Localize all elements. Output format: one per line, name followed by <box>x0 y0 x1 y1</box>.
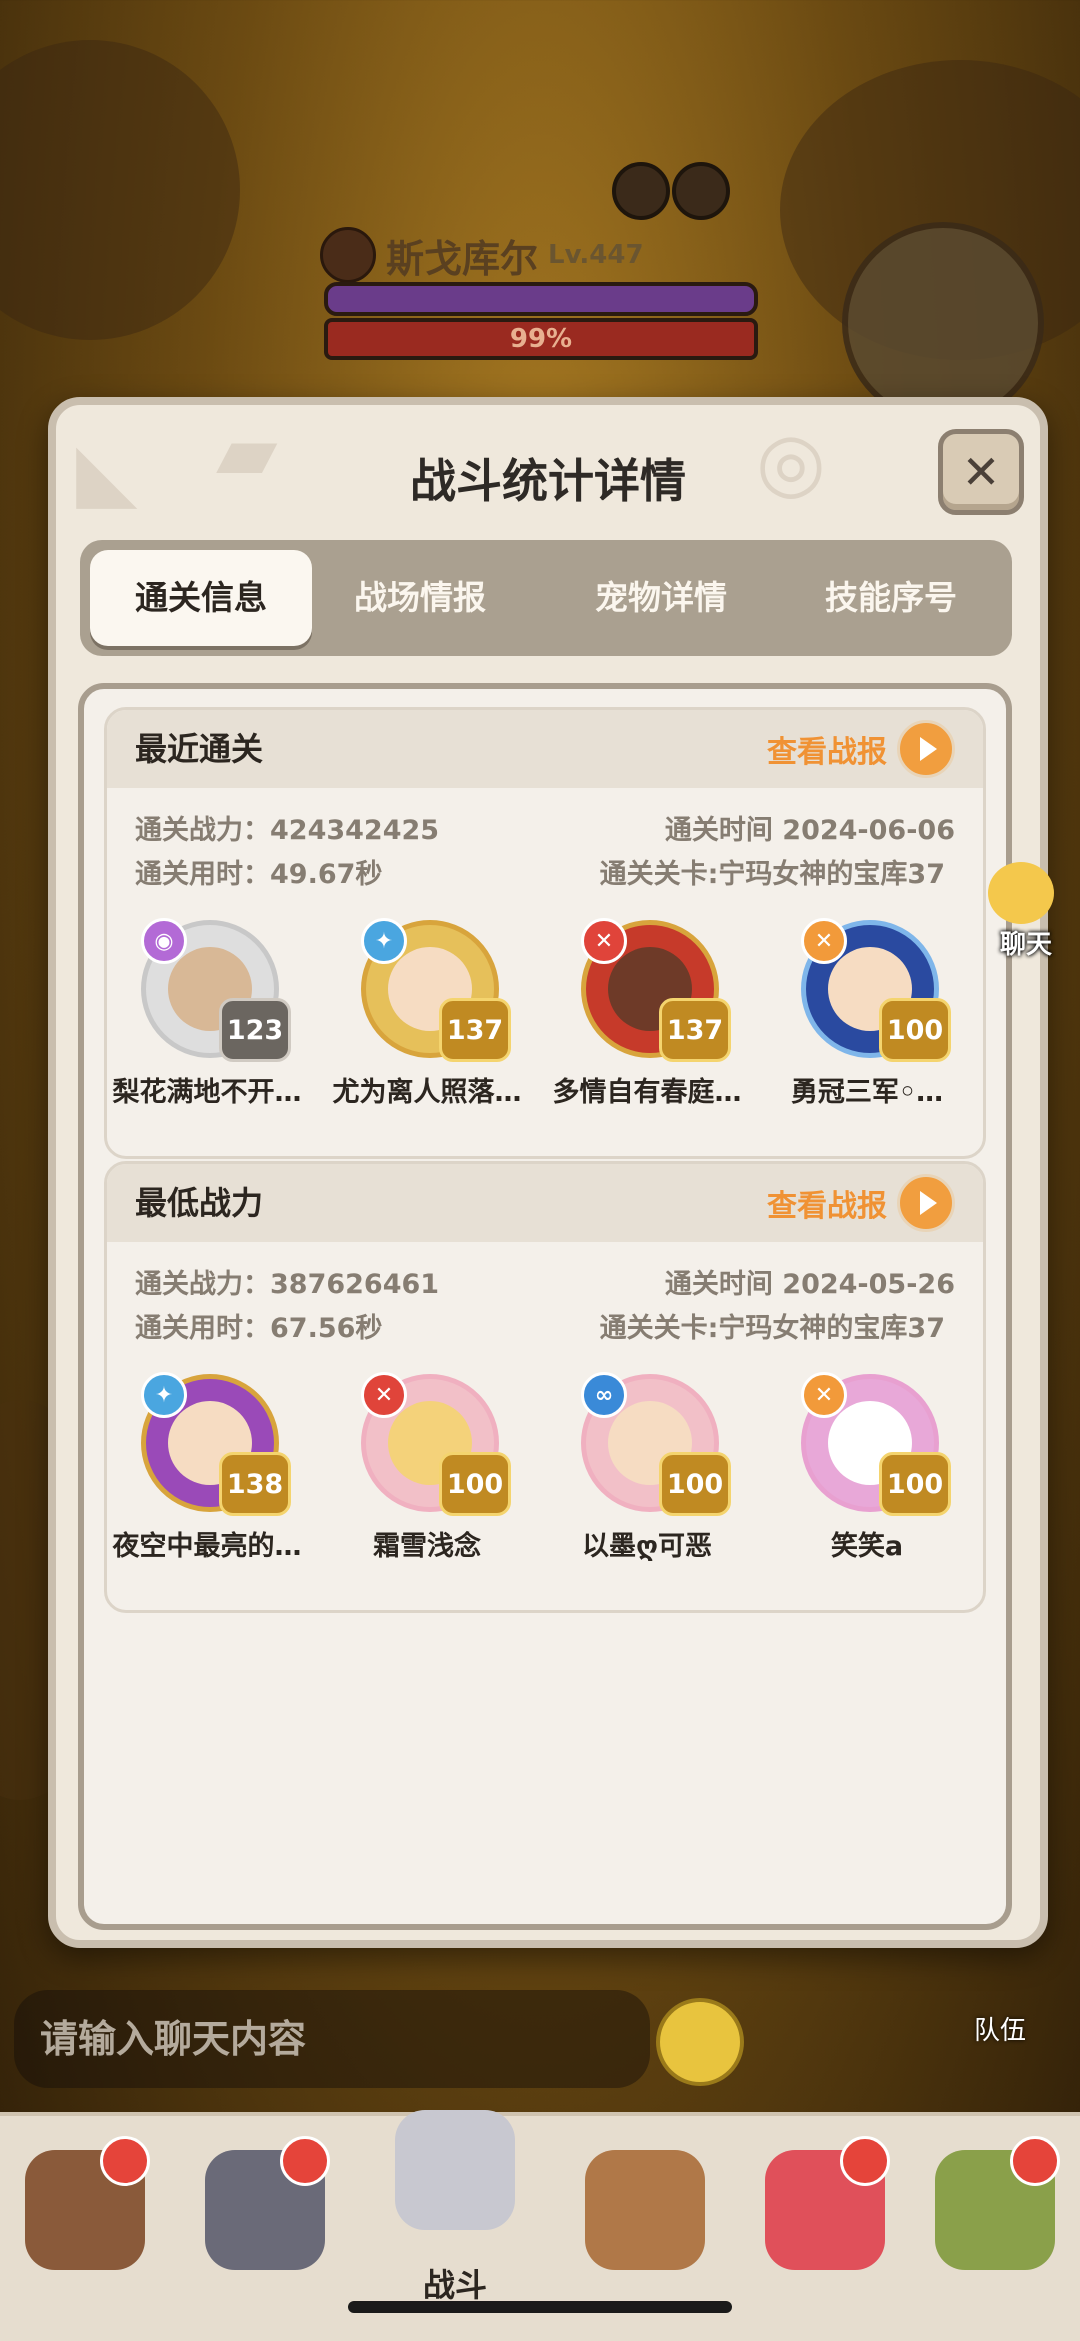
pet-level-badge: 100 <box>879 1452 951 1516</box>
clear-power: 通关战力：424342425 <box>135 815 440 846</box>
chat-input[interactable]: 请输入聊天内容 <box>14 1990 650 2088</box>
clear-time-used: 通关用时：67.56秒 <box>135 1313 383 1344</box>
pet-name: 以墨ღ可恶 <box>582 1531 712 1562</box>
chat-label: 聊天 <box>999 930 1052 960</box>
clear-date: 通关时间 2024-06-06 <box>664 815 955 846</box>
boss-hud: 斯戈库尔 Lv.447 99% <box>320 150 760 360</box>
nav-item-4[interactable] <box>560 2130 730 2300</box>
play-icon <box>897 1174 955 1232</box>
sword-icon <box>395 2110 515 2230</box>
nav-item-battle[interactable]: 战斗 <box>370 2110 540 2304</box>
home-indicator <box>348 2301 732 2313</box>
card-header: 最近通关 查看战报 <box>107 710 983 788</box>
clear-stage: 通关关卡:宁玛女神的宝库37 <box>599 859 945 890</box>
pet-lineup: ✦ 138 夜空中最亮的… ✕ 100 霜雪浅念 ∞ 100 以墨ღ可恶 ✕ 1… <box>107 1372 983 1594</box>
pet-level-badge: 137 <box>659 998 731 1062</box>
background-rock <box>0 40 240 340</box>
tab-pet-details[interactable]: 宠物详情 <box>550 550 772 646</box>
ice-element-icon: ✦ <box>141 1372 187 1418</box>
fighting-element-icon: ✕ <box>581 918 627 964</box>
view-report-button[interactable]: 查看战报 <box>767 720 955 778</box>
fighting-element-icon: ✕ <box>361 1372 407 1418</box>
view-report-label: 查看战报 <box>767 1189 887 1224</box>
emoji-icon[interactable] <box>656 1998 744 2086</box>
monk-character-icon <box>585 2150 705 2270</box>
boss-shield-bar <box>324 282 758 316</box>
view-report-button[interactable]: 查看战报 <box>767 1174 955 1232</box>
nav-item-1[interactable] <box>0 2130 170 2300</box>
boss-name-row: 斯戈库尔 Lv.447 <box>320 225 644 285</box>
clear-stage: 通关关卡:宁玛女神的宝库37 <box>599 1313 945 1344</box>
notification-dot <box>100 2136 150 2186</box>
tab-content: 最近通关 查看战报 通关战力：424342425 通关用时：49.67秒 通关时… <box>78 683 1012 1930</box>
clear-power: 通关战力：387626461 <box>135 1269 440 1300</box>
notification-dot <box>840 2136 890 2186</box>
settings-button[interactable] <box>672 162 730 220</box>
pet-name: 笑笑a <box>830 1531 904 1562</box>
pet-slot[interactable]: ✕ 100 笑笑a <box>767 1372 967 1594</box>
pet-name: 霜雪浅念 <box>373 1531 481 1562</box>
clear-time-used: 通关用时：49.67秒 <box>135 859 383 890</box>
boss-hp-percent: 99% <box>509 324 573 354</box>
clear-date: 通关时间 2024-05-26 <box>664 1269 955 1300</box>
close-button[interactable]: ✕ <box>938 429 1024 515</box>
nav-item-2[interactable] <box>180 2130 350 2300</box>
fire-element-icon: ✕ <box>801 1372 847 1418</box>
pet-slot[interactable]: ∞ 100 以墨ღ可恶 <box>547 1372 747 1594</box>
card-title: 最近通关 <box>135 730 264 768</box>
battle-stats-modal: ◣ ▰ ◎ 战斗统计详情 ✕ 通关信息 战场情报 宠物详情 技能序号 最近通关 … <box>48 397 1048 1948</box>
modal-title: 战斗统计详情 <box>410 454 686 508</box>
close-icon: ✕ <box>961 445 1001 499</box>
target-button[interactable] <box>612 162 670 220</box>
boss-avatar <box>320 227 376 283</box>
notification-dot <box>1010 2136 1060 2186</box>
pet-name: 尤为离人照落… <box>332 1077 522 1108</box>
nav-item-5[interactable] <box>740 2130 910 2300</box>
recent-clear-card: 最近通关 查看战报 通关战力：424342425 通关用时：49.67秒 通关时… <box>104 707 986 1159</box>
wind-element-icon: ∞ <box>581 1372 627 1418</box>
pet-level-badge: 100 <box>659 1452 731 1516</box>
pet-name: 夜空中最亮的… <box>112 1531 302 1562</box>
pet-lineup: ◉ 123 梨花满地不开… ✦ 137 尤为离人照落… ✕ 137 多情自有春庭… <box>107 918 983 1140</box>
pet-level-badge: 123 <box>219 998 291 1062</box>
card-header: 最低战力 查看战报 <box>107 1164 983 1242</box>
view-report-label: 查看战报 <box>767 735 887 770</box>
tab-battle-intel[interactable]: 战场情报 <box>320 550 520 646</box>
pet-level-badge: 100 <box>439 1452 511 1516</box>
chat-side-button[interactable]: 聊天 <box>972 862 1080 962</box>
team-button[interactable]: 队伍 <box>950 2010 1050 2047</box>
nav-item-6[interactable] <box>910 2130 1080 2300</box>
pet-name: 梨花满地不开… <box>112 1077 302 1108</box>
boss-hp-bar: 99% <box>324 318 758 360</box>
fire-element-icon: ✕ <box>801 918 847 964</box>
nav-battle-label: 战斗 <box>422 2266 487 2304</box>
notification-dot <box>280 2136 330 2186</box>
tab-clear-info[interactable]: 通关信息 <box>90 550 312 646</box>
card-title: 最低战力 <box>135 1184 264 1222</box>
boss-name: 斯戈库尔 <box>386 236 539 281</box>
chat-bubble-icon <box>988 862 1054 924</box>
pet-name: 勇冠三军◦… <box>790 1077 944 1108</box>
pet-slot[interactable]: ✕ 137 多情自有春庭… <box>547 918 747 1140</box>
pet-level-badge: 138 <box>219 1452 291 1516</box>
pet-name: 多情自有春庭… <box>552 1077 742 1108</box>
tab-skill-order[interactable]: 技能序号 <box>780 550 1002 646</box>
minimap[interactable] <box>842 222 1044 424</box>
boss-level: Lv.447 <box>548 240 644 270</box>
lowest-power-card: 最低战力 查看战报 通关战力：387626461 通关用时：67.56秒 通关时… <box>104 1161 986 1613</box>
pet-slot[interactable]: ◉ 123 梨花满地不开… <box>107 918 307 1140</box>
pet-level-badge: 100 <box>879 998 951 1062</box>
pet-slot[interactable]: ✕ 100 霜雪浅念 <box>327 1372 527 1594</box>
pet-level-badge: 137 <box>439 998 511 1062</box>
pet-slot[interactable]: ✕ 100 勇冠三军◦… <box>767 918 967 1140</box>
play-icon <box>897 720 955 778</box>
tab-bar: 通关信息 战场情报 宠物详情 技能序号 <box>80 540 1012 656</box>
pet-slot[interactable]: ✦ 138 夜空中最亮的… <box>107 1372 307 1594</box>
pet-slot[interactable]: ✦ 137 尤为离人照落… <box>327 918 527 1140</box>
chat-input-placeholder: 请输入聊天内容 <box>40 2017 307 2061</box>
ice-element-icon: ✦ <box>361 918 407 964</box>
psychic-element-icon: ◉ <box>141 918 187 964</box>
